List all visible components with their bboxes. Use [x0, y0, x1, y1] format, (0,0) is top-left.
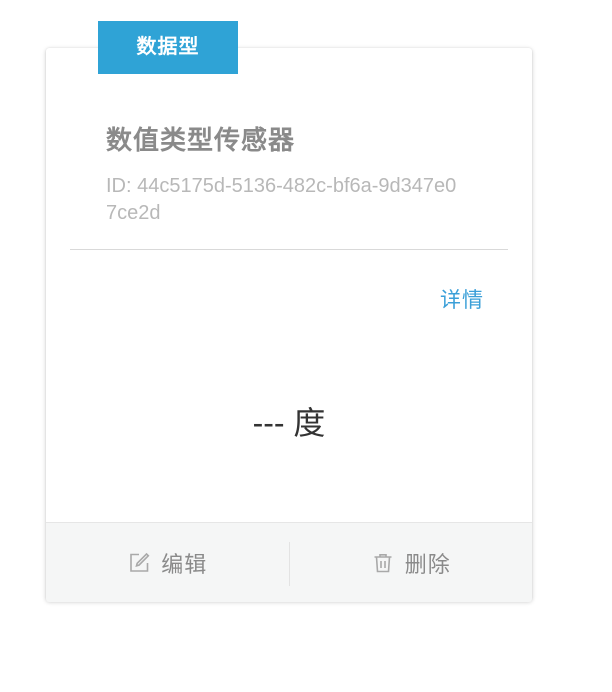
- sensor-card: 数值类型传感器 ID: 44c5175d-5136-482c-bf6a-9d34…: [46, 48, 532, 602]
- page: 数据型 数值类型传感器 ID: 44c5175d-5136-482c-bf6a-…: [0, 0, 612, 692]
- edit-label: 编辑: [161, 551, 208, 577]
- reading-unit: 度: [293, 405, 326, 441]
- edit-icon: [127, 551, 151, 575]
- delete-button[interactable]: 删除: [290, 523, 533, 602]
- card-footer: 编辑 删除: [46, 522, 532, 602]
- reading-value: ---: [252, 405, 285, 441]
- sensor-reading: --- 度: [46, 398, 532, 444]
- detail-link[interactable]: 详情: [440, 284, 484, 314]
- sensor-id: ID: 44c5175d-5136-482c-bf6a-9d347e07ce2d: [106, 175, 457, 224]
- edit-button[interactable]: 编辑: [46, 523, 289, 602]
- sensor-type-tag: 数据型: [98, 21, 238, 74]
- sensor-name: 数值类型传感器: [106, 125, 296, 155]
- card-divider: [70, 249, 508, 250]
- delete-label: 删除: [404, 551, 451, 577]
- trash-icon: [371, 551, 395, 575]
